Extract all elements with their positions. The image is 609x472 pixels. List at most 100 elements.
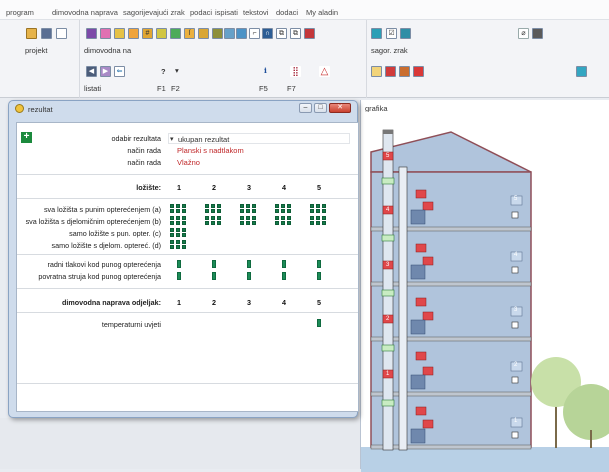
prev-icon[interactable]: ◀ (86, 66, 97, 77)
select-arrow-icon: ▾ (170, 136, 174, 143)
open-folder-icon[interactable] (26, 28, 37, 39)
result-cells[interactable] (170, 228, 186, 232)
attach-icon[interactable]: ⌀ (518, 28, 529, 39)
delete-icon[interactable] (304, 28, 315, 39)
divider (17, 198, 358, 199)
result-cells[interactable] (310, 204, 326, 208)
grid-dots-icon[interactable]: ⣿ (290, 66, 301, 77)
result-cells[interactable] (170, 233, 186, 237)
menu-podaci[interactable]: podaci (190, 8, 212, 17)
pressure-indicator[interactable] (282, 260, 286, 268)
result-cells[interactable] (205, 204, 221, 208)
pressure-indicator[interactable] (247, 260, 251, 268)
connector-icon[interactable] (128, 28, 139, 39)
result-cells[interactable] (205, 209, 221, 213)
maximize-button[interactable]: □ (314, 103, 327, 113)
slope-icon[interactable] (399, 66, 410, 77)
result-cells[interactable] (170, 209, 186, 213)
layout-icon[interactable] (576, 66, 587, 77)
row-b-label: sva ložišta s djelomičnim opterećenjem (… (25, 217, 161, 226)
fan-icon[interactable] (156, 28, 167, 39)
backflow-indicator[interactable] (247, 272, 251, 280)
help-icon[interactable]: ? (161, 67, 166, 76)
bend-icon[interactable]: ſ (184, 28, 195, 39)
terminal-icon[interactable]: ∩ (262, 28, 273, 39)
rezultat-titlebar[interactable]: rezultat – □ ✕ (9, 101, 357, 117)
result-cells[interactable] (240, 221, 256, 225)
new-document-icon[interactable] (56, 28, 67, 39)
result-cells[interactable] (170, 240, 186, 244)
odabir-select[interactable]: ▾ ukupan rezultat (168, 133, 350, 144)
backflow-indicator[interactable] (177, 272, 181, 280)
chimney-type-icon[interactable] (86, 28, 97, 39)
result-cells[interactable] (240, 209, 256, 213)
exit-icon[interactable] (413, 66, 424, 77)
outlet-icon[interactable] (198, 28, 209, 39)
result-cells[interactable] (275, 204, 291, 208)
grid-icon[interactable]: # (142, 28, 153, 39)
menu-sagorijevajuci-zrak[interactable]: sagorijevajući zrak (123, 8, 185, 17)
print-icon[interactable] (532, 28, 543, 39)
povratna-struja-label: povratna struja kod punog opterećenja (38, 272, 161, 281)
toolbar-divider (366, 20, 367, 98)
heater-icon[interactable] (114, 28, 125, 39)
wall-icon[interactable] (212, 28, 223, 39)
key-f2: F2 (171, 84, 180, 93)
label-dimovodna: dimovodna na (84, 46, 132, 55)
warning-icon[interactable]: △ (319, 66, 330, 77)
menu-tekstovi[interactable]: tekstovi (243, 8, 268, 17)
floor-label-5: 5 (514, 196, 518, 202)
result-cells[interactable] (240, 216, 256, 220)
close-button[interactable]: ✕ (329, 103, 351, 113)
back-arrow-icon[interactable]: ⇐ (114, 66, 125, 77)
menu-my-aladin[interactable]: My aladin (306, 8, 338, 17)
backflow-indicator[interactable] (212, 272, 216, 280)
result-cells[interactable] (170, 216, 186, 220)
rezultat-window[interactable]: rezultat – □ ✕ + odabir rezultata ▾ ukup… (8, 100, 359, 418)
menu-ispisati[interactable]: ispisati (215, 8, 238, 17)
result-cells[interactable] (275, 221, 291, 225)
result-cells[interactable] (170, 221, 186, 225)
air-supply-icon[interactable] (371, 28, 382, 39)
next-icon[interactable]: ▶ (100, 66, 111, 77)
paste-icon[interactable]: ⧉ (290, 28, 301, 39)
building-drawing[interactable] (361, 112, 609, 472)
result-cells[interactable] (310, 216, 326, 220)
shaft-icon[interactable] (236, 28, 247, 39)
result-cells[interactable] (275, 216, 291, 220)
menu-dodaci[interactable]: dodaci (276, 8, 298, 17)
result-cells[interactable] (205, 216, 221, 220)
calculator-icon[interactable] (400, 28, 411, 39)
pipe-marker-3: 3 (386, 262, 390, 268)
pipe-icon[interactable] (224, 28, 235, 39)
minimize-button[interactable]: – (299, 103, 312, 113)
menu-dimovodna-naprava[interactable]: dimovodna naprava (52, 8, 118, 17)
add-button[interactable]: + (21, 132, 32, 143)
backflow-indicator[interactable] (317, 272, 321, 280)
label-listati: listati (84, 84, 102, 93)
checklist-icon[interactable]: ☑ (386, 28, 397, 39)
result-cells[interactable] (310, 209, 326, 213)
copy-icon[interactable]: ⧉ (276, 28, 287, 39)
result-cells[interactable] (310, 221, 326, 225)
backflow-indicator[interactable] (282, 272, 286, 280)
result-cells[interactable] (170, 204, 186, 208)
dropdown-arrow-icon[interactable]: ▾ (175, 66, 179, 75)
step-icon[interactable]: ⌐ (249, 28, 260, 39)
result-cells[interactable] (240, 204, 256, 208)
result-cells[interactable] (205, 221, 221, 225)
building-icon[interactable] (385, 66, 396, 77)
fitting-icon[interactable] (170, 28, 181, 39)
pressure-indicator[interactable] (177, 260, 181, 268)
pressure-indicator[interactable] (317, 260, 321, 268)
stairs-icon[interactable] (371, 66, 382, 77)
pressure-indicator[interactable] (212, 260, 216, 268)
info-icon[interactable]: i (264, 66, 267, 75)
save-icon[interactable] (41, 28, 52, 39)
menu-program[interactable]: program (6, 8, 34, 17)
odabir-label: odabir rezultata (111, 134, 161, 143)
result-cells[interactable] (170, 245, 186, 249)
result-cells[interactable] (275, 209, 291, 213)
temperature-indicator[interactable] (317, 319, 321, 327)
section-icon[interactable] (100, 28, 111, 39)
